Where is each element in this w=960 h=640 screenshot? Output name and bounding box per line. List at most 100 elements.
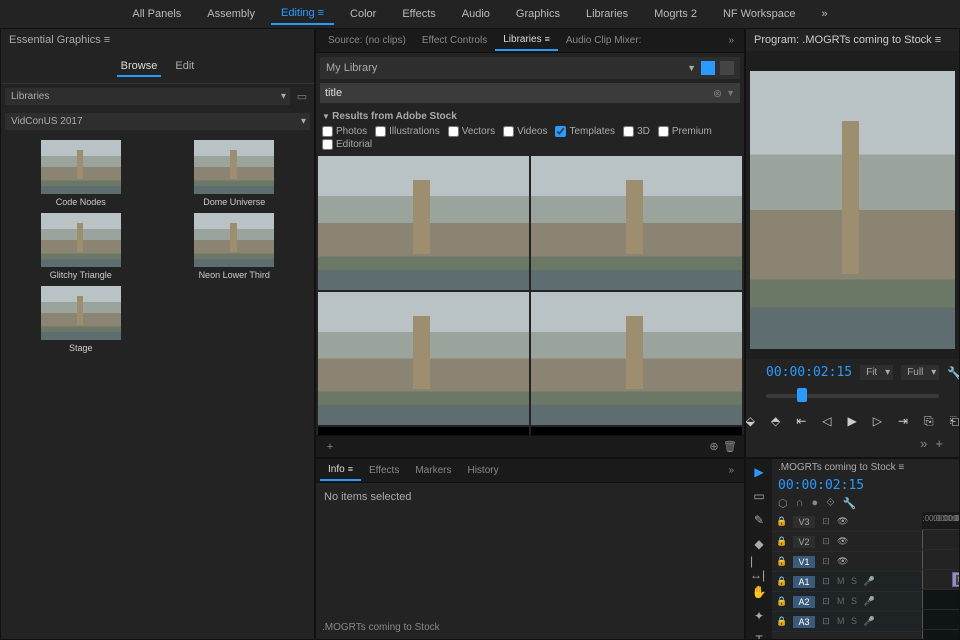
ws-nf[interactable]: NF Workspace: [713, 4, 806, 24]
lock-icon[interactable]: 🔒: [776, 576, 788, 587]
eg-item-dome-universe[interactable]: Dome Universe: [161, 140, 309, 207]
tab-libraries[interactable]: Libraries≡: [495, 30, 558, 51]
timeline-ruler[interactable]: :00:00 00:00:05:00 00:00:10:00 00:00:15:…: [922, 512, 959, 530]
link-icon[interactable]: ∩: [796, 497, 804, 510]
extract-button[interactable]: ⎗: [950, 412, 960, 430]
eg-item-code-nodes[interactable]: Code Nodes: [7, 140, 155, 207]
go-to-in-button[interactable]: ⇤: [796, 412, 806, 430]
timeline-tracks-area[interactable]: :00:00 00:00:05:00 00:00:10:00 00:00:15:…: [922, 512, 959, 640]
snap-icon[interactable]: ⬡: [778, 497, 788, 510]
ws-overflow[interactable]: »: [811, 4, 837, 24]
eg-item-glitchy-triangle[interactable]: Glitchy Triangle: [7, 213, 155, 280]
lock-icon[interactable]: 🔒: [776, 556, 788, 567]
overflow-icon[interactable]: »: [920, 436, 927, 451]
track-a3[interactable]: 🔒A3⊡M S 🎤: [772, 612, 922, 632]
track-v1[interactable]: 🔒V1⊡👁: [772, 552, 922, 572]
filter-photos[interactable]: Photos: [322, 126, 367, 137]
eye-icon[interactable]: ⊡: [820, 576, 832, 587]
eye-icon[interactable]: ⊡: [820, 596, 832, 607]
wrench-icon[interactable]: 🔧: [947, 366, 960, 380]
ws-effects[interactable]: Effects: [392, 4, 445, 24]
eg-item-stage[interactable]: Stage: [7, 286, 155, 353]
library-dropdown[interactable]: My Library ▼: [320, 57, 740, 79]
eye-icon[interactable]: ⊡: [820, 536, 832, 547]
chevron-down-icon[interactable]: ▼: [726, 88, 735, 98]
ws-assembly[interactable]: Assembly: [197, 4, 265, 24]
playhead-icon[interactable]: [797, 388, 807, 402]
result-thumb[interactable]: [318, 156, 529, 290]
ripple-edit-tool[interactable]: ✎: [750, 511, 768, 529]
lock-icon[interactable]: 🔒: [776, 616, 788, 627]
eg-item-neon-lower-third[interactable]: Neon Lower Third: [161, 213, 309, 280]
filter-editorial[interactable]: Editorial: [322, 139, 372, 150]
tab-effects[interactable]: Effects: [361, 461, 407, 480]
search-input[interactable]: [325, 87, 713, 99]
tab-edit[interactable]: Edit: [171, 57, 198, 77]
step-forward-button[interactable]: ▷: [873, 412, 882, 430]
result-thumb[interactable]: [318, 292, 529, 426]
ws-libraries[interactable]: Libraries: [576, 4, 638, 24]
cart-icon[interactable]: ⊕: [706, 440, 722, 453]
program-viewport[interactable]: [746, 51, 959, 359]
track-v3[interactable]: 🔒V3⊡👁: [772, 512, 922, 532]
visibility-icon[interactable]: 👁: [837, 556, 848, 567]
zoom-fit-dropdown[interactable]: Fit: [860, 365, 893, 380]
tab-source[interactable]: Source: (no clips): [320, 31, 414, 50]
ws-mogrts2[interactable]: Mogrts 2: [644, 4, 707, 24]
ws-all-panels[interactable]: All Panels: [122, 4, 191, 24]
lock-icon[interactable]: 🔒: [776, 596, 788, 607]
lock-icon[interactable]: 🔒: [776, 516, 788, 527]
result-thumb[interactable]: ✓: [531, 427, 742, 435]
tabs-overflow[interactable]: »: [722, 461, 740, 480]
tabs-overflow[interactable]: »: [722, 31, 740, 50]
visibility-icon[interactable]: 👁: [837, 516, 848, 527]
eye-icon[interactable]: ⊡: [820, 516, 832, 527]
program-scrubber[interactable]: [766, 386, 939, 404]
tab-effect-controls[interactable]: Effect Controls: [414, 31, 495, 50]
filter-premium[interactable]: Premium: [658, 126, 712, 137]
eg-source-dropdown[interactable]: Libraries: [5, 88, 290, 105]
filter-templates[interactable]: Templates: [555, 126, 615, 137]
timeline-timecode[interactable]: 00:00:02:15: [772, 476, 959, 495]
mark-in-button[interactable]: ⬙: [746, 412, 755, 430]
track-a2[interactable]: 🔒A2⊡M S 🎤: [772, 592, 922, 612]
trash-icon[interactable]: 🗑: [722, 440, 738, 453]
results-header[interactable]: Results from Adobe Stock: [316, 107, 744, 126]
type-tool[interactable]: T: [750, 631, 768, 640]
add-icon[interactable]: +: [322, 441, 338, 453]
ws-graphics[interactable]: Graphics: [506, 4, 570, 24]
markers-icon[interactable]: ●: [812, 497, 819, 510]
lock-icon[interactable]: 🔒: [776, 536, 788, 547]
sequence-title[interactable]: .MOGRTs coming to Stock ≡: [778, 462, 904, 473]
list-view-icon[interactable]: [720, 61, 734, 75]
filter-illustrations[interactable]: Illustrations: [375, 126, 440, 137]
clear-icon[interactable]: ⊗: [713, 87, 722, 100]
filter-3d[interactable]: 3D: [623, 126, 650, 137]
tab-browse[interactable]: Browse: [117, 57, 162, 77]
eye-icon[interactable]: ⊡: [820, 616, 832, 627]
tab-markers[interactable]: Markers: [407, 461, 459, 480]
tab-history[interactable]: History: [459, 461, 506, 480]
hand-tool[interactable]: ✋: [750, 583, 768, 601]
wrench-icon[interactable]: 🔧: [843, 497, 857, 510]
settings-icon[interactable]: ⟐: [826, 497, 835, 510]
step-back-button[interactable]: ◁: [822, 412, 831, 430]
eye-icon[interactable]: ⊡: [820, 556, 832, 567]
result-thumb[interactable]: [531, 292, 742, 426]
program-timecode-left[interactable]: 00:00:02:15: [766, 365, 852, 380]
add-button-icon[interactable]: +: [935, 436, 943, 451]
resolution-dropdown[interactable]: Full: [901, 365, 939, 380]
pen-tool[interactable]: ✦: [750, 607, 768, 625]
razor-tool[interactable]: ◆: [750, 535, 768, 553]
grid-view-icon[interactable]: [701, 61, 715, 75]
ws-editing[interactable]: Editing≡: [271, 3, 334, 25]
play-button[interactable]: ▶: [848, 412, 857, 430]
filter-vectors[interactable]: Vectors: [448, 126, 495, 137]
mark-out-button[interactable]: ⬘: [771, 412, 780, 430]
selection-tool[interactable]: ▶: [750, 463, 768, 481]
result-thumb[interactable]: [318, 427, 529, 435]
go-to-out-button[interactable]: ⇥: [898, 412, 908, 430]
track-a1[interactable]: 🔒A1⊡M S 🎤: [772, 572, 922, 592]
new-folder-icon[interactable]: ▭: [294, 89, 310, 105]
track-select-tool[interactable]: ▭: [750, 487, 768, 505]
